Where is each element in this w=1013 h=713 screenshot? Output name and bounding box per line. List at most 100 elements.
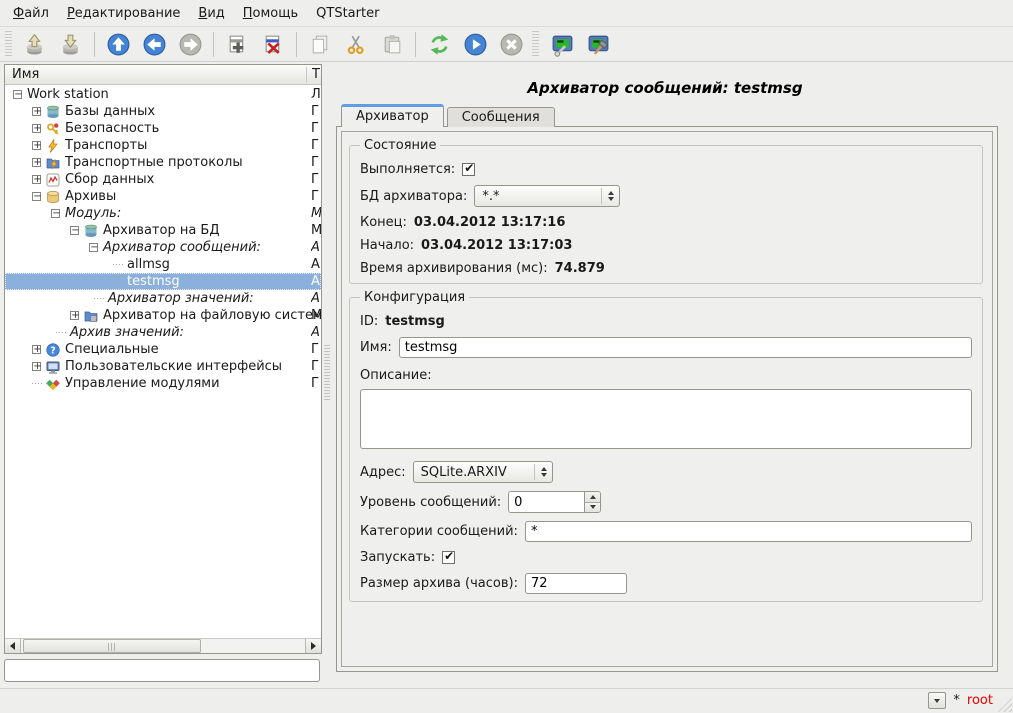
spin-buttons[interactable] xyxy=(584,492,600,512)
scroll-right-button[interactable] xyxy=(305,639,321,653)
tree-item-transport-protocols[interactable]: Транспортные протоколы Г xyxy=(5,154,321,171)
tree-item-transports[interactable]: Транспорты Г xyxy=(5,137,321,154)
branch-connector xyxy=(113,264,123,265)
expander-icon[interactable] xyxy=(32,362,41,371)
tree-header[interactable]: Имя Т xyxy=(5,65,321,85)
tree-item-databases[interactable]: Базы данных Г xyxy=(5,103,321,120)
expander-icon[interactable] xyxy=(89,243,98,252)
archiver-db-combobox[interactable]: *.* xyxy=(474,185,620,207)
current-user[interactable]: root xyxy=(967,693,993,708)
scroll-left-button[interactable] xyxy=(5,639,21,653)
spin-up-button[interactable] xyxy=(585,492,600,502)
tab-archiver[interactable]: Архиватор xyxy=(341,104,444,127)
menu-view[interactable]: Вид xyxy=(189,2,233,25)
up-arrow-icon xyxy=(590,495,596,499)
archiver-db-label: БД архиватора: xyxy=(360,189,467,204)
expander-icon[interactable] xyxy=(51,209,60,218)
add-item-button[interactable] xyxy=(219,29,255,60)
running-checkbox[interactable] xyxy=(462,163,475,176)
stop-button[interactable] xyxy=(493,29,529,60)
tree-item-module-management[interactable]: Управление модулями Г xyxy=(5,375,321,392)
message-level-input[interactable] xyxy=(509,492,584,512)
paste-button[interactable] xyxy=(374,29,410,60)
menu-help[interactable]: Помощь xyxy=(234,2,307,25)
tree-item-security[interactable]: Безопасность Г xyxy=(5,120,321,137)
expander-icon[interactable] xyxy=(32,124,41,133)
tree-item-archives[interactable]: Архивы Г xyxy=(5,188,321,205)
tree-item-value-archive[interactable]: Архив значений: А xyxy=(5,324,321,341)
expander-icon[interactable] xyxy=(32,175,41,184)
menu-qtstarter[interactable]: QTStarter xyxy=(307,2,388,25)
expander-icon[interactable] xyxy=(32,158,41,167)
qtstarter-config-button[interactable] xyxy=(544,29,580,60)
panel-splitter[interactable] xyxy=(323,62,331,678)
tree-item-db-archiver[interactable]: Архиватор на БД М xyxy=(5,222,321,239)
expander-icon[interactable] xyxy=(70,311,79,320)
tree-item-data-acquisition[interactable]: Сбор данных Г xyxy=(5,171,321,188)
dropdown-arrow-icon xyxy=(934,699,940,703)
name-input[interactable] xyxy=(399,337,972,358)
tree-item-special[interactable]: ? Специальные Г xyxy=(5,341,321,358)
message-categories-label: Категории сообщений: xyxy=(360,524,518,539)
copy-button[interactable] xyxy=(302,29,338,60)
tree-panel: Имя Т Work station Л Базы данных xyxy=(4,64,322,654)
lightning-icon xyxy=(46,139,60,153)
toolbar-drag-handle[interactable] xyxy=(532,31,539,57)
user-dropdown-button[interactable] xyxy=(928,692,946,709)
scrollbar-thumb[interactable] xyxy=(23,639,201,653)
resize-grip[interactable] xyxy=(997,697,1012,712)
refresh-button[interactable] xyxy=(421,29,457,60)
start-button[interactable] xyxy=(457,29,493,60)
expander-icon[interactable] xyxy=(70,226,79,235)
tree-item-fs-archiver[interactable]: Архиватор на файловую систему М xyxy=(5,307,321,324)
tree-item-module[interactable]: Модуль: М xyxy=(5,205,321,222)
address-combobox[interactable]: SQLite.ARXIV xyxy=(413,461,553,483)
start-checkbox[interactable] xyxy=(442,551,455,564)
tree-column-name: Имя xyxy=(12,67,39,82)
chart-icon xyxy=(46,173,60,187)
tree-item-work-station[interactable]: Work station Л xyxy=(5,86,321,103)
save-to-db-button[interactable] xyxy=(53,29,89,60)
branch-connector xyxy=(56,332,66,333)
qtstarter-tools-button[interactable] xyxy=(580,29,616,60)
description-textarea[interactable] xyxy=(360,389,972,449)
config-group: Конфигурация ID: testmsg Имя: Описание: xyxy=(349,290,983,602)
tab-messages[interactable]: Сообщения xyxy=(447,107,555,127)
expander-icon[interactable] xyxy=(32,107,41,116)
tree-item-message-archivers[interactable]: Архиватор сообщений: А xyxy=(5,239,321,256)
scrollbar-track[interactable] xyxy=(21,639,305,653)
form-scroll-area: Состояние Выполняется: БД архиватора: *.… xyxy=(341,131,993,667)
expander-icon[interactable] xyxy=(32,141,41,150)
tab-page: Состояние Выполняется: БД архиватора: *.… xyxy=(336,126,998,672)
spin-down-button[interactable] xyxy=(585,502,600,513)
cut-button[interactable] xyxy=(338,29,374,60)
expander-icon[interactable] xyxy=(13,90,22,99)
forward-button[interactable] xyxy=(172,29,208,60)
expander-icon[interactable] xyxy=(32,345,41,354)
cut-icon xyxy=(344,32,369,57)
back-button[interactable] xyxy=(136,29,172,60)
right-arrow-icon xyxy=(311,642,316,650)
tree-item-user-interfaces[interactable]: Пользовательские интерфейсы Г xyxy=(5,358,321,375)
delete-item-button[interactable] xyxy=(255,29,291,60)
up-level-button[interactable] xyxy=(100,29,136,60)
menu-file[interactable]: Файл xyxy=(4,2,58,25)
name-label: Имя: xyxy=(360,340,392,355)
load-from-db-button[interactable] xyxy=(17,29,53,60)
message-categories-input[interactable] xyxy=(525,521,972,542)
toolbar-drag-handle[interactable] xyxy=(5,31,12,57)
tree-item-value-archivers[interactable]: Архиватор значений: А xyxy=(5,290,321,307)
folder-lightning-icon xyxy=(46,156,60,170)
expander-icon[interactable] xyxy=(32,192,41,201)
message-level-spinbox[interactable] xyxy=(508,491,601,513)
main-area: Имя Т Work station Л Базы данных xyxy=(0,62,1013,688)
tree-item-allmsg[interactable]: allmsg А xyxy=(5,256,321,273)
archive-size-input[interactable] xyxy=(525,573,627,594)
menu-edit[interactable]: Редактирование xyxy=(58,2,189,25)
column-separator[interactable] xyxy=(306,67,307,82)
tree-search-input[interactable] xyxy=(4,659,320,682)
combo-arrows-icon xyxy=(601,188,614,204)
tree-item-testmsg[interactable]: testmsg А xyxy=(5,273,321,290)
tree-horizontal-scrollbar[interactable] xyxy=(5,638,321,653)
archiving-time-label: Время архивирования (мс): xyxy=(360,261,548,276)
